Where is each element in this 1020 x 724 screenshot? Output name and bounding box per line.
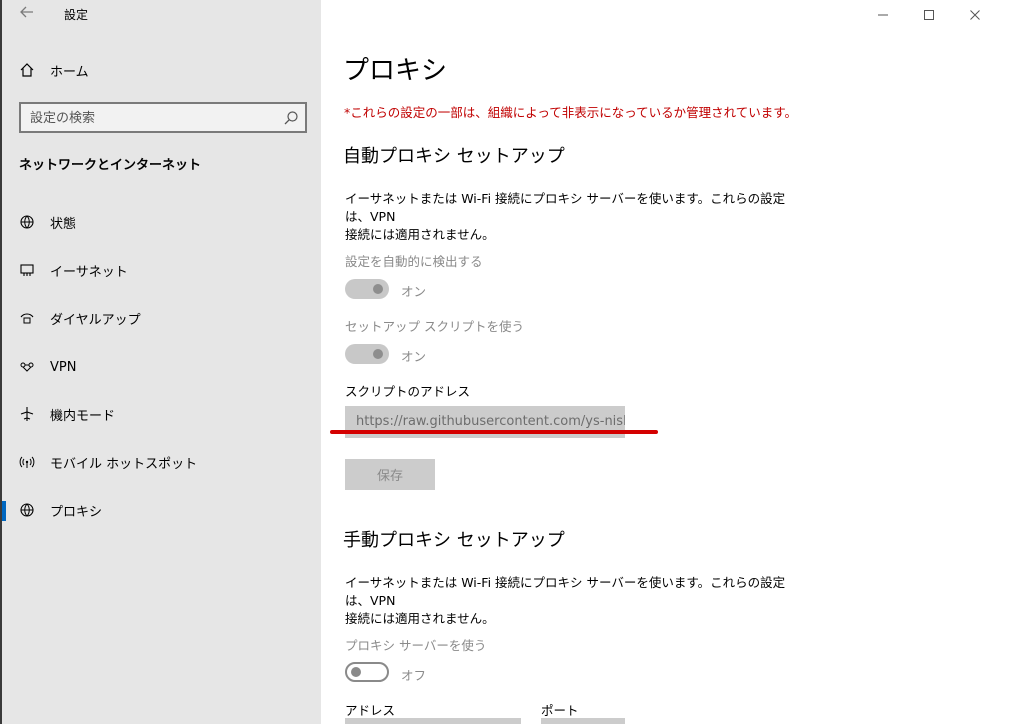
sidebar-item-status[interactable]: 状態 xyxy=(2,204,321,240)
sidebar-item-hotspot[interactable]: モバイル ホットスポット xyxy=(2,444,321,480)
home-icon xyxy=(17,60,37,80)
managed-warning: *これらの設定の一部は、組織によって非表示になっているか管理されています。 xyxy=(344,105,798,120)
dialup-icon xyxy=(17,308,37,328)
proxy-address-input[interactable] xyxy=(345,718,521,724)
use-script-label: セットアップ スクリプトを使う xyxy=(345,319,524,334)
auto-detect-label: 設定を自動的に検出する xyxy=(345,254,483,269)
sidebar-section-title: ネットワークとインターネット xyxy=(19,158,202,173)
manual-proxy-heading: 手動プロキシ セットアップ xyxy=(343,530,565,551)
ethernet-icon xyxy=(17,260,37,280)
manual-desc-line-2: 接続には適用されません。 xyxy=(345,611,495,626)
use-script-state: オン xyxy=(401,349,427,364)
proxy-port-input[interactable] xyxy=(541,718,625,724)
back-button[interactable] xyxy=(16,4,38,24)
sidebar-item-label: イーサネット xyxy=(50,264,128,280)
use-proxy-state: オフ xyxy=(401,668,427,683)
auto-desc-line-2: 接続には適用されません。 xyxy=(345,227,495,242)
sidebar-item-airplane[interactable]: 機内モード xyxy=(2,396,321,432)
auto-detect-state: オン xyxy=(401,284,427,299)
toggle-knob xyxy=(351,667,361,677)
sidebar-item-vpn[interactable]: VPN xyxy=(2,349,321,385)
page-title: プロキシ xyxy=(343,56,448,86)
sidebar-item-home[interactable]: ホーム xyxy=(2,52,321,88)
auto-proxy-description: イーサネットまたは Wi-Fi 接続にプロキシ サーバーを使います。これらの設定… xyxy=(345,190,805,244)
globe-status-icon xyxy=(17,212,37,232)
sidebar-item-label: 状態 xyxy=(50,216,77,232)
manual-proxy-description: イーサネットまたは Wi-Fi 接続にプロキシ サーバーを使います。これらの設定… xyxy=(345,574,805,628)
globe-icon xyxy=(17,500,37,520)
toggle-knob xyxy=(373,349,383,359)
sidebar: 設定 ホーム ネットワークとインターネット 状態 イーサネット ダイヤルアップ xyxy=(0,0,321,724)
sidebar-item-label: モバイル ホットスポット xyxy=(50,456,198,472)
sidebar-item-label: ダイヤルアップ xyxy=(50,312,141,328)
app-title: 設定 xyxy=(64,8,89,22)
back-arrow-icon xyxy=(20,6,33,18)
sidebar-item-dialup[interactable]: ダイヤルアップ xyxy=(2,300,321,336)
script-address-label: スクリプトのアドレス xyxy=(345,384,471,399)
auto-detect-toggle[interactable] xyxy=(345,279,389,299)
search-box[interactable] xyxy=(19,102,307,133)
manual-desc-line-1: イーサネットまたは Wi-Fi 接続にプロキシ サーバーを使います。これらの設定… xyxy=(345,575,786,608)
sidebar-item-ethernet[interactable]: イーサネット xyxy=(2,252,321,288)
vpn-icon xyxy=(17,357,37,377)
proxy-port-label: ポート xyxy=(541,703,579,718)
sidebar-item-label: VPN xyxy=(50,359,77,375)
search-icon[interactable] xyxy=(283,110,299,126)
sidebar-item-label: ホーム xyxy=(50,64,89,80)
sidebar-item-proxy[interactable]: プロキシ xyxy=(2,492,321,528)
auto-desc-line-1: イーサネットまたは Wi-Fi 接続にプロキシ サーバーを使います。これらの設定… xyxy=(345,191,786,224)
proxy-address-label: アドレス xyxy=(345,703,396,718)
title-bar: 設定 xyxy=(2,0,323,30)
search-input[interactable] xyxy=(30,108,270,128)
use-proxy-toggle[interactable] xyxy=(345,662,389,682)
annotation-underline xyxy=(330,430,658,434)
save-button[interactable]: 保存 xyxy=(345,459,435,490)
use-proxy-label: プロキシ サーバーを使う xyxy=(345,638,487,653)
hotspot-icon xyxy=(17,452,37,472)
auto-proxy-heading: 自動プロキシ セットアップ xyxy=(343,146,565,167)
airplane-icon xyxy=(17,404,37,424)
main-content: プロキシ *これらの設定の一部は、組織によって非表示になっているか管理されていま… xyxy=(321,0,1020,724)
sidebar-item-label: プロキシ xyxy=(50,504,103,520)
toggle-knob xyxy=(373,284,383,294)
use-script-toggle[interactable] xyxy=(345,344,389,364)
sidebar-item-label: 機内モード xyxy=(50,408,116,424)
